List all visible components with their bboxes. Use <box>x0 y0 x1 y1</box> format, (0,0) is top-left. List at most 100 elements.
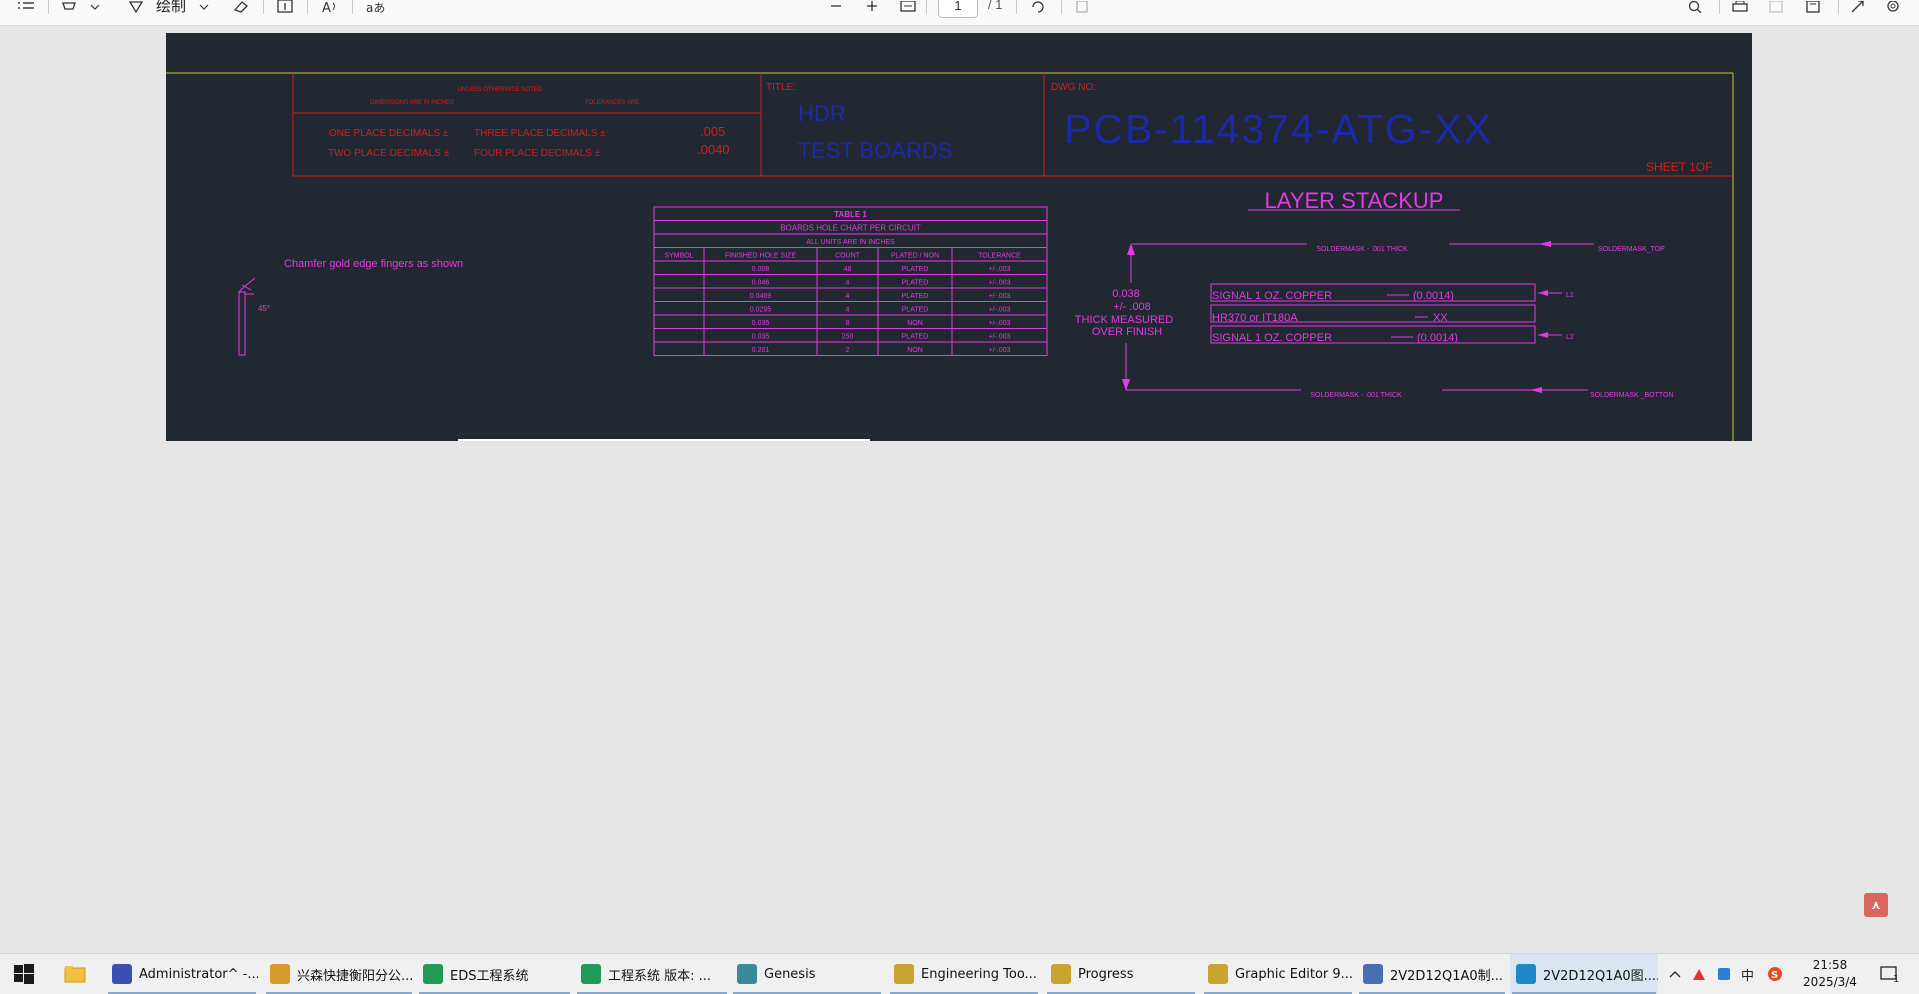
table-cell: 8 <box>846 320 850 327</box>
taskbar-item[interactable]: EDS工程系统 <box>417 954 572 994</box>
table-cell: +/-.003 <box>989 334 1011 341</box>
genesis-icon <box>737 964 757 984</box>
table-cell: NON <box>907 347 923 354</box>
mask-top-text: SOLDERMASK - .001 THICK <box>1316 246 1408 253</box>
table-header-cell: FINISHED HOLE SIZE <box>725 253 797 260</box>
layer1-tag: L1 <box>1566 292 1574 299</box>
table-cell: +/-.003 <box>989 307 1011 314</box>
chevron-down-icon[interactable] <box>90 0 100 14</box>
fit-page-icon[interactable] <box>900 0 916 14</box>
tool-window-icon <box>894 964 914 984</box>
document-icon <box>1363 964 1383 984</box>
graphic-editor-icon <box>1208 964 1228 984</box>
search-icon[interactable] <box>1688 0 1702 14</box>
tol-three-place: THREE PLACE DECIMALS ± <box>474 128 606 139</box>
file-explorer-icon[interactable] <box>64 964 86 984</box>
chamfer-angle: 45° <box>258 304 270 313</box>
layer2-value: (0.0014) <box>1417 332 1458 344</box>
taskbar-item[interactable]: Engineering Too... <box>888 954 1040 994</box>
sogou-ime-icon[interactable]: S <box>1767 954 1783 994</box>
table-cell: NON <box>907 320 923 327</box>
taskbar-item[interactable]: 工程系统 版本: ... <box>575 954 729 994</box>
print-icon[interactable] <box>1732 0 1748 14</box>
tol-unless-noted: UNLESS OTHERWISE NOTED <box>458 87 543 93</box>
title-line-1: HDR <box>798 101 846 126</box>
taskbar-item[interactable]: Administrator^ -... <box>106 954 258 994</box>
taskbar-item-label: Progress <box>1078 966 1134 982</box>
highlight-icon[interactable] <box>61 0 77 14</box>
read-aloud-icon[interactable]: A <box>322 0 340 14</box>
draw-label[interactable]: 绘制 <box>156 0 186 16</box>
fullscreen-icon[interactable] <box>1851 0 1865 14</box>
pdf-app-icon[interactable]: ⋏ <box>1864 893 1888 917</box>
windows-start-icon[interactable] <box>14 964 34 984</box>
table-cell: 0.035 <box>752 334 770 341</box>
table-subtitle: BOARDS HOLE CHART PER CIRCUIT <box>780 224 921 233</box>
layer1-name: SIGNAL 1 OZ. COPPER <box>1212 290 1332 302</box>
tol-four-value: .0040 <box>697 142 730 157</box>
layer2-name: SIGNAL 1 OZ. COPPER <box>1212 332 1332 344</box>
taskbar-item-label: 2V2D12Q1A0图.... <box>1543 968 1658 984</box>
table-cell: 0.035 <box>752 320 770 327</box>
table-cell: 0.008 <box>752 266 770 273</box>
thickness-measured: THICK MEASURED <box>1075 314 1173 326</box>
clock-date: 2025/3/4 <box>1803 975 1857 989</box>
taskbar-item[interactable]: Progress <box>1045 954 1197 994</box>
eraser-icon[interactable] <box>232 0 248 14</box>
pdf-page: UNLESS OTHERWISE NOTED DIMENSIONS ARE IN… <box>166 33 1752 441</box>
taskbar-item[interactable]: Genesis <box>731 954 883 994</box>
system-clock[interactable]: 21:58 2025/3/4 <box>1790 957 1870 991</box>
notification-count: 1 <box>1893 974 1899 983</box>
text-box-icon[interactable] <box>277 0 293 14</box>
notification-center-icon[interactable]: 1 <box>1880 954 1902 994</box>
zoom-out-icon[interactable] <box>830 0 842 14</box>
svg-text:A: A <box>322 1 331 13</box>
save-icon[interactable] <box>1769 0 1783 14</box>
tray-app-icon-2[interactable] <box>1717 954 1731 994</box>
thickness-value: 0.038 <box>1112 288 1140 300</box>
thickness-tolerance: +/- .008 <box>1113 301 1151 313</box>
tray-overflow-icon[interactable] <box>1669 954 1681 994</box>
dwg-label: DWG NO: <box>1051 82 1096 93</box>
table-title: TABLE 1 <box>834 210 867 219</box>
ime-indicator[interactable]: 中 <box>1741 954 1754 994</box>
settings-icon[interactable] <box>1886 0 1900 14</box>
table-cell: +/-.003 <box>989 280 1011 287</box>
taskbar-item-label: Engineering Too... <box>921 966 1037 982</box>
shell-icon <box>270 964 290 984</box>
chevron-down-icon[interactable] <box>199 0 209 14</box>
table-cell: 0.0469 <box>750 293 772 300</box>
page-view-icon[interactable] <box>1075 0 1091 14</box>
table-cell: PLATED <box>902 307 929 314</box>
taskbar-item[interactable]: Graphic Editor 9.... <box>1202 954 1354 994</box>
edge-browser-icon <box>1516 964 1536 984</box>
taskbar-item-label: 2V2D12Q1A0制... <box>1390 968 1504 984</box>
draw-icon[interactable] <box>128 0 144 14</box>
table-cell: +/-.003 <box>989 320 1011 327</box>
taskbar-item[interactable]: 2V2D12Q1A0图.... <box>1510 954 1658 994</box>
table-header-cell: COUNT <box>835 253 861 260</box>
tray-app-icon-1[interactable] <box>1692 954 1706 994</box>
table-cell: +/-.003 <box>989 347 1011 354</box>
translate-icon[interactable]: aあ <box>366 0 386 14</box>
mask-top-label: SOLDERMASK_TOP <box>1598 246 1665 253</box>
taskbar-item[interactable]: 兴森快捷衡阳分公... <box>264 954 414 994</box>
table-cell: 250 <box>842 334 854 341</box>
page-number-input[interactable]: 1 <box>938 0 978 18</box>
table-cell: PLATED <box>902 334 929 341</box>
zoom-in-icon[interactable] <box>866 0 878 14</box>
tol-three-value: .005 <box>700 124 725 139</box>
save-as-icon[interactable] <box>1806 0 1820 14</box>
list-icon[interactable] <box>18 0 34 14</box>
layer2-tag: L2 <box>1566 334 1574 341</box>
table-cell: 4 <box>846 307 850 314</box>
table-cell: +/-.003 <box>989 266 1011 273</box>
table-header-cell: PLATED / NON <box>891 253 939 260</box>
table-header-cell: SYMBOL <box>664 253 693 260</box>
taskbar-item-label: 兴森快捷衡阳分公... <box>297 968 414 984</box>
table-cell: 4 <box>846 293 850 300</box>
taskbar-item-label: Graphic Editor 9.... <box>1235 966 1354 982</box>
pdf-toolbar: 绘制 A aあ 1 / 1 <box>0 0 1919 26</box>
taskbar-item[interactable]: 2V2D12Q1A0制... <box>1357 954 1507 994</box>
rotate-icon[interactable] <box>1030 0 1046 14</box>
